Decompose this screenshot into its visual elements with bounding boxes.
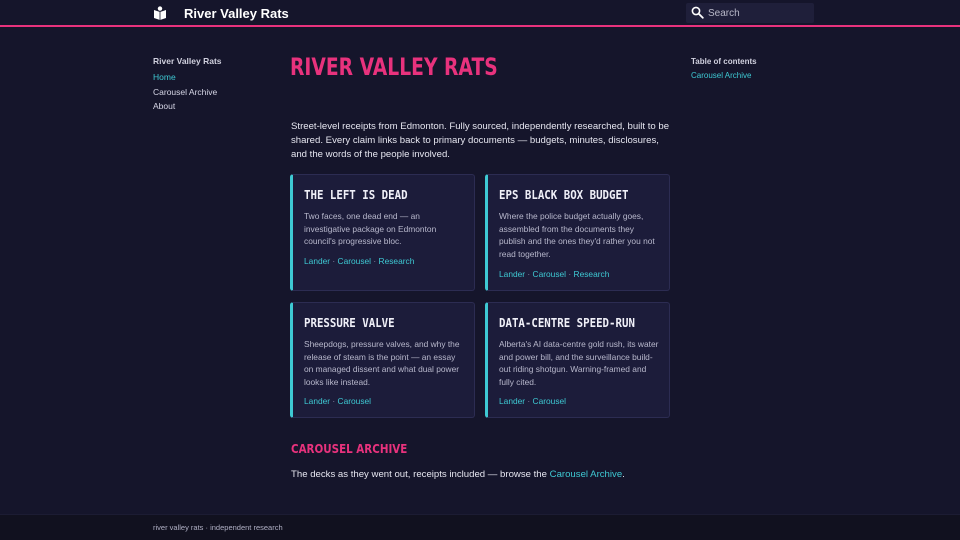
book-logo-icon[interactable] — [153, 6, 167, 20]
top-bar: River Valley Rats — [0, 0, 960, 27]
section-text-before: The decks as they went out, receipts inc… — [291, 469, 550, 480]
lander-link[interactable]: Lander — [499, 396, 525, 406]
card-links: Lander · Carousel · Research — [499, 269, 609, 279]
card-description: Where the police budget actually goes, a… — [499, 211, 655, 259]
card-title: PRESSURE VALVE — [304, 315, 395, 330]
card-description: Sheepdogs, pressure valves, and why the … — [304, 339, 460, 387]
toc-link-carousel-archive[interactable]: Carousel Archive — [691, 71, 831, 80]
card-the-left-is-dead[interactable]: THE LEFT IS DEAD Two faces, one dead end… — [290, 174, 475, 291]
card-data-centre-speed-run[interactable]: DATA-CENTRE SPEED-RUN Alberta's AI data-… — [485, 302, 670, 418]
intro-paragraph: Street-level receipts from Edmonton. Ful… — [291, 121, 670, 161]
card-links: Lander · Carousel — [304, 396, 371, 406]
section-paragraph: The decks as they went out, receipts inc… — [291, 469, 625, 480]
separator: · — [330, 256, 338, 266]
card-eps-black-box-budget[interactable]: EPS BLACK BOX BUDGET Where the police bu… — [485, 174, 670, 291]
site-name[interactable]: River Valley Rats — [184, 6, 289, 21]
table-of-contents: Table of contents Carousel Archive — [691, 56, 831, 80]
carousel-link[interactable]: Carousel — [338, 256, 372, 266]
card-pressure-valve[interactable]: PRESSURE VALVE Sheepdogs, pressure valve… — [290, 302, 475, 418]
section-text-after: . — [622, 469, 625, 480]
sidebar-item-about[interactable]: About — [153, 99, 273, 114]
carousel-link[interactable]: Carousel — [338, 396, 372, 406]
toc-title: Table of contents — [691, 57, 757, 66]
separator: · — [525, 396, 533, 406]
separator: · — [371, 256, 379, 266]
carousel-link[interactable]: Carousel — [533, 396, 567, 406]
search-box[interactable] — [686, 3, 814, 23]
sidebar-nav: River Valley Rats Home Carousel Archive … — [153, 56, 273, 114]
card-title: THE LEFT IS DEAD — [304, 187, 408, 202]
footer-text: river valley rats · independent research — [153, 523, 283, 532]
sidebar-title: River Valley Rats — [153, 56, 222, 66]
search-input[interactable] — [708, 5, 808, 21]
card-title: DATA-CENTRE SPEED-RUN — [499, 315, 635, 330]
carousel-archive-link[interactable]: Carousel Archive — [550, 469, 623, 480]
lander-link[interactable]: Lander — [499, 269, 525, 279]
sidebar-item-carousel-archive[interactable]: Carousel Archive — [153, 85, 273, 100]
footer: river valley rats · independent research — [0, 514, 960, 540]
section-title-carousel-archive: CAROUSEL ARCHIVE — [291, 442, 408, 456]
card-links: Lander · Carousel — [499, 396, 566, 406]
card-description: Two faces, one dead end — an investigati… — [304, 211, 437, 247]
carousel-link[interactable]: Carousel — [533, 269, 567, 279]
lander-link[interactable]: Lander — [304, 256, 330, 266]
page-title: RIVER VALLEY RATS — [290, 53, 498, 81]
lander-link[interactable]: Lander — [304, 396, 330, 406]
separator: · — [566, 269, 574, 279]
separator: · — [330, 396, 338, 406]
research-link[interactable]: Research — [379, 256, 415, 266]
card-links: Lander · Carousel · Research — [304, 256, 414, 266]
search-icon — [691, 6, 704, 19]
research-link[interactable]: Research — [574, 269, 610, 279]
card-description: Alberta's AI data-centre gold rush, its … — [499, 339, 659, 387]
separator: · — [525, 269, 533, 279]
card-title: EPS BLACK BOX BUDGET — [499, 187, 629, 202]
sidebar-item-home[interactable]: Home — [153, 70, 273, 85]
